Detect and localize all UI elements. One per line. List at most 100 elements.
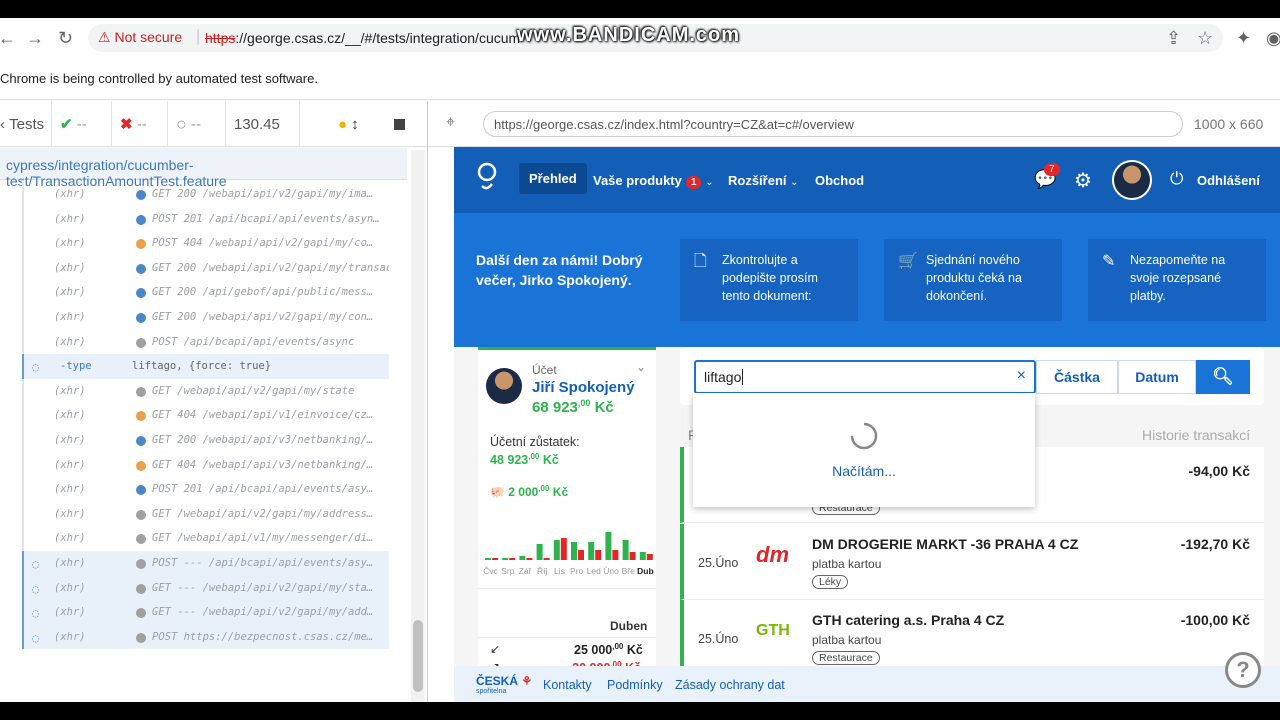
clear-search-icon[interactable]: × (1017, 367, 1026, 385)
profile-icon[interactable]: ◉ (1266, 28, 1280, 48)
nav-rozsireni[interactable]: Rozšíření ⌄ (728, 173, 799, 188)
log-row[interactable]: (xhr) GET /webapi/api/v2/gapi/my/address… (22, 501, 389, 527)
log-type: -type (60, 360, 92, 373)
address-url[interactable]: https://george.csas.cz/__/#/tests/integr… (205, 30, 520, 46)
account-card[interactable]: Účet ⌄ Jiří Spokojený 68 923,00 Kč Účetn… (478, 347, 656, 702)
chart-month-label[interactable]: Bře (622, 566, 636, 576)
log-row[interactable]: ◌ (xhr) GET --- /webapi/api/v2/gapi/my/add… (22, 600, 389, 625)
log-scrollbar[interactable] (411, 150, 425, 702)
account-chevron-icon[interactable]: ⌄ (636, 360, 646, 374)
check-icon: ✔ (60, 116, 73, 133)
footer-podminky[interactable]: Podmínky (607, 678, 663, 692)
log-row[interactable]: (xhr) POST 201 /api/bcapi/api/events/asyn… (22, 206, 389, 232)
log-row[interactable]: (xhr) GET /webapi/api/v1/my/messenger/di… (22, 526, 389, 551)
scrollbar-thumb[interactable] (413, 620, 423, 692)
transaction-row[interactable]: 25.Úno GTH GTH catering a.s. Praha 4 CZ … (680, 600, 1264, 676)
log-type: (xhr) (54, 606, 86, 619)
passed-count: ✔ -- (52, 101, 112, 147)
forward-icon[interactable]: → (26, 28, 44, 48)
transaction-row[interactable]: 25.Úno dm DM DROGERIE MARKT -36 PRAHA 4 … (680, 524, 1264, 600)
chart-month-label[interactable]: Dub (637, 566, 654, 576)
auto-scroll-toggle[interactable]: ● ↕ (300, 101, 386, 147)
log-row[interactable]: ◌ (xhr) POST https://bezpecnost.csas.cz/me… (22, 624, 389, 650)
status-dot-icon (136, 460, 146, 471)
user-avatar[interactable] (1112, 160, 1152, 200)
log-row[interactable]: (xhr) GET 200 /webapi/api/v3/netbanking/… (22, 428, 389, 453)
log-type: (xhr) (54, 630, 86, 643)
status-dot-icon (136, 214, 146, 225)
footer-kontakty[interactable]: Kontakty (543, 678, 592, 692)
logout-link[interactable]: Odhlášení (1197, 173, 1260, 188)
log-row[interactable]: (xhr) GET 200 /webapi/api/v2/gapi/my/ima… (22, 182, 389, 207)
account-name: Jiří Spokojený (532, 379, 635, 396)
chevron-down-icon: ⌄ (705, 177, 714, 188)
log-row[interactable]: (xhr) GET 404 /webapi/api/v1/einvoice/cz… (22, 403, 389, 428)
log-message: GET --- /webapi/api/v2/gapi/my/add… (152, 606, 374, 619)
aut-url: https://george.csas.cz/index.html?countr… (483, 111, 1183, 137)
log-type: (xhr) (54, 311, 86, 323)
transaction-amount: -192,70 Kč (1180, 536, 1250, 552)
chart-month-label[interactable]: Úno (603, 566, 619, 576)
nav-obchod[interactable]: Obchod (815, 173, 864, 188)
settings-gear-icon[interactable]: ⚙ (1074, 168, 1092, 193)
category-tag: Léky (812, 575, 849, 589)
selector-playground-icon[interactable]: ⌖ (446, 114, 455, 132)
chart-bar (646, 554, 653, 560)
power-icon[interactable]: ⏻ (1170, 169, 1183, 189)
tests-toggle[interactable]: ‹ Tests (0, 101, 52, 147)
account-currency: Kč (594, 399, 614, 416)
transaction-history-link[interactable]: Historie transakcí (1142, 427, 1250, 443)
balance-value: 48 923 (490, 453, 529, 468)
chart-month-label[interactable]: Pro (570, 566, 584, 576)
footer-zasady[interactable]: Zásady ochrany dat (675, 678, 785, 692)
log-type: (xhr) (54, 507, 86, 520)
dm-logo-icon: dm (756, 542, 789, 567)
log-row[interactable]: (xhr) GET 200 /webapi/api/v2/gapi/my/tran… (22, 255, 389, 281)
ceska-logo[interactable]: ČESKÁ ⚘ (476, 674, 532, 688)
date-filter-button[interactable]: Datum (1118, 360, 1196, 394)
chart-month-label[interactable]: Zář (519, 566, 532, 576)
extensions-icon[interactable]: ✦ (1236, 28, 1251, 48)
log-row[interactable]: ◌ -type liftago, {force: true} (22, 354, 389, 379)
chart-month-label[interactable]: Říj (537, 566, 548, 576)
help-button[interactable]: ? (1225, 652, 1261, 688)
chart-month-label[interactable]: Led (587, 566, 601, 576)
tile-new-product[interactable]: 🛒 Sjednání nového produktu čeká na dokonč… (884, 239, 1062, 321)
log-row[interactable]: (xhr) POST 201 /api/bcapi/api/events/asy… (22, 477, 389, 502)
tile-payments[interactable]: ✎ Nezapomeňte na svoje rozepsané platby. (1088, 239, 1266, 321)
spec-path-bar[interactable]: cypress/integration/cucumber-test/Transa… (0, 148, 407, 189)
share-icon[interactable]: ⇪ (1166, 28, 1181, 48)
reload-icon[interactable]: ↻ (58, 28, 73, 48)
top-navigation: Přehled Vaše produkty 1 ⌄ Rozšíření ⌄ Obc… (454, 147, 1280, 213)
amount-filter-button[interactable]: Částka (1036, 360, 1118, 394)
chart-month-label[interactable]: Srp (501, 566, 515, 576)
panel-divider[interactable] (427, 101, 428, 702)
log-row[interactable]: (xhr) GET 200 /api/gebof/api/public/mess… (22, 280, 389, 305)
log-row[interactable]: (xhr) POST 404 /webapi/api/v2/gapi/my/co… (22, 231, 389, 256)
george-logo[interactable] (476, 161, 498, 191)
log-row[interactable]: (xhr) GET 200 /webapi/api/v2/gapi/my/con… (22, 305, 389, 330)
log-row[interactable]: (xhr) GET 404 /webapi/api/v3/netbanking/… (22, 452, 389, 478)
log-message: GET 404 /webapi/api/v1/einvoice/cz… (152, 409, 374, 422)
nav-vase-produkty[interactable]: Vaše produkty 1 ⌄ (593, 173, 713, 189)
log-row[interactable]: ◌ (xhr) POST --- /api/bcapi/api/events/asy… (22, 551, 389, 576)
log-row[interactable]: ◌ (xhr) GET --- /webapi/api/v2/gapi/my/sta… (22, 575, 389, 601)
balance-currency: Kč (542, 453, 559, 468)
search-button[interactable]: 🔍︎ (1196, 360, 1250, 394)
log-row[interactable]: (xhr) POST /api/bcapi/api/events/async (22, 329, 389, 355)
nav-prehled[interactable]: Přehled (519, 163, 587, 194)
tile-document[interactable]: 🗋 Zkontrolujte a podepište prosím tento d… (680, 239, 858, 321)
search-input[interactable]: liftago × (694, 360, 1036, 394)
not-secure-label[interactable]: ⚠ Not secure (98, 29, 182, 46)
bookmark-star-icon[interactable]: ☆ (1197, 28, 1213, 48)
tile-new-product-text: Sjednání nového produktu čeká na dokonče… (926, 253, 1022, 303)
chart-month-label[interactable]: Čvc (483, 566, 498, 576)
omnibox-divider: | (196, 28, 201, 45)
document-icon: 🗋 (694, 253, 707, 270)
stop-button[interactable] (386, 101, 426, 147)
chart-month-label[interactable]: Lis (554, 566, 565, 576)
nav-vase-produkty-label: Vaše produkty (593, 173, 682, 188)
bandicam-watermark: www.BANDICAM.com (517, 24, 741, 46)
back-icon[interactable]: ← (0, 28, 16, 48)
log-row[interactable]: (xhr) GET /webapi/api/v2/gapi/my/state (22, 378, 389, 404)
